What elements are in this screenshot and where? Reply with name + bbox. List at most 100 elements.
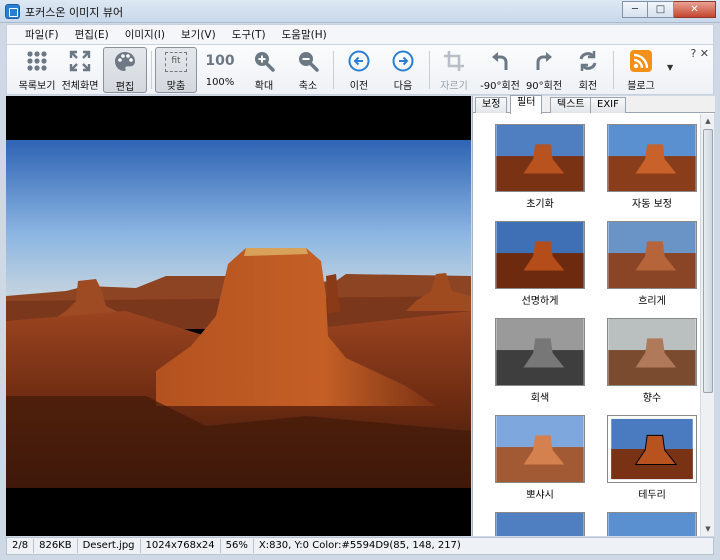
panel-tabs: 보정 필터 텍스트 EXIF <box>473 95 715 114</box>
edit-button[interactable]: 편집 <box>103 47 147 93</box>
actual-size-glyph: 100 <box>205 53 235 69</box>
fit-button[interactable]: fit 맞춤 <box>155 47 197 93</box>
filter-thumb-gray[interactable]: 회색 <box>495 318 585 404</box>
actual-size-button[interactable]: 100 100% <box>199 47 241 93</box>
thumb-image <box>495 415 585 483</box>
rotate-right-button[interactable]: 90°회전 <box>523 47 565 93</box>
window-controls: ─ □ ✕ <box>622 1 716 18</box>
filter-label: 자동 보정 <box>632 199 672 210</box>
rotate-left-label: -90°회전 <box>480 81 520 92</box>
tab-filter[interactable]: 필터 <box>510 95 543 114</box>
next-label: 다음 <box>393 81 413 92</box>
maximize-button[interactable]: □ <box>648 1 674 18</box>
filter-thumb-auto[interactable]: 자동 보정 <box>607 124 697 210</box>
tab-adjust[interactable]: 보정 <box>475 97 508 113</box>
menu-bar: 파일(F) 편집(E) 이미지(I) 보기(V) 도구(T) 도움말(H) <box>6 24 714 45</box>
thumb-image <box>607 221 697 289</box>
close-button[interactable]: ✕ <box>674 1 716 18</box>
menu-file[interactable]: 파일(F) <box>17 27 67 42</box>
menu-help[interactable]: 도움말(H) <box>274 27 335 42</box>
actual-size-label: 100% <box>205 77 235 88</box>
filter-thumb[interactable] <box>495 512 585 536</box>
thumb-image <box>607 124 697 192</box>
status-dimensions: 1024x768x24 <box>141 539 221 553</box>
filter-label: 테두리 <box>638 490 666 501</box>
filter-thumb-sharpen[interactable]: 선명하게 <box>495 221 585 307</box>
help-close-button[interactable]: ? ✕ <box>690 47 709 60</box>
status-cursor: X:830, Y:0 Color:#5594D9(85, 148, 217) <box>258 540 461 551</box>
fit-icon: fit <box>164 50 188 73</box>
tab-text[interactable]: 텍스트 <box>550 97 592 113</box>
thumb-image <box>607 512 697 536</box>
status-index: 2/8 <box>7 539 35 553</box>
status-filesize: 826KB <box>34 539 78 553</box>
minimize-button[interactable]: ─ <box>622 1 648 18</box>
toolbar-separator <box>333 51 334 89</box>
rss-icon <box>629 49 653 73</box>
rotate-left-button[interactable]: -90°회전 <box>479 47 521 93</box>
rotate-right-icon <box>532 49 556 73</box>
rotate-button[interactable]: 회전 <box>567 47 609 93</box>
filter-thumbnails: 초기화 자동 보정 선명하게 흐리게 회색 향수 뽀샤시 테두리 <box>473 114 701 536</box>
thumb-image <box>607 318 697 386</box>
toolbar-separator <box>429 51 430 89</box>
zoom-out-icon <box>296 49 320 73</box>
menu-edit[interactable]: 편집(E) <box>67 27 117 42</box>
fit-label: 맞춤 <box>166 81 186 92</box>
status-filename: Desert.jpg <box>78 539 141 553</box>
zoom-out-button[interactable]: 축소 <box>287 47 329 93</box>
chevron-down-icon[interactable]: ▼ <box>667 63 673 72</box>
zoom-in-button[interactable]: 확대 <box>243 47 285 93</box>
toolbar-separator <box>151 51 152 89</box>
filter-label: 뽀샤시 <box>526 490 554 501</box>
fit-glyph: fit <box>165 51 187 72</box>
filter-thumb-reset[interactable]: 초기화 <box>495 124 585 210</box>
tab-exif[interactable]: EXIF <box>590 97 626 113</box>
zoom-in-icon <box>252 49 276 73</box>
blog-button[interactable]: 블로그 <box>619 47 663 93</box>
filter-label: 향수 <box>642 393 662 404</box>
thumb-image <box>607 415 697 483</box>
image-viewer[interactable] <box>6 96 471 536</box>
side-panel: 보정 필터 텍스트 EXIF 초기화 자동 보정 선명하게 흐리게 회색 향수 <box>472 95 715 536</box>
prev-label: 이전 <box>349 81 369 92</box>
blog-label: 블로그 <box>627 81 655 92</box>
prev-button[interactable]: 이전 <box>339 47 379 93</box>
window-title: 포커스온 이미지 뷰어 <box>25 6 124 19</box>
menu-view[interactable]: 보기(V) <box>173 27 224 42</box>
menu-tools[interactable]: 도구(T) <box>224 27 274 42</box>
zoom-in-label: 확대 <box>254 81 274 92</box>
filter-thumb-nostalgia[interactable]: 향수 <box>607 318 697 404</box>
filter-label: 초기화 <box>526 199 554 210</box>
scroll-down-arrow-icon[interactable]: ▼ <box>701 522 715 536</box>
fullscreen-icon <box>68 49 92 73</box>
filter-label: 흐리게 <box>638 296 666 307</box>
edit-label: 편집 <box>115 82 135 93</box>
app-icon <box>5 4 20 19</box>
filter-thumb-blur[interactable]: 흐리게 <box>607 221 697 307</box>
next-arrow-icon <box>391 49 415 73</box>
prev-arrow-icon <box>347 49 371 73</box>
scrollbar-thumb[interactable] <box>703 129 713 393</box>
list-view-button[interactable]: 목록보기 <box>15 47 59 93</box>
thumb-image <box>495 221 585 289</box>
crop-button[interactable]: 자르기 <box>433 47 475 93</box>
panel-scrollbar[interactable]: ▲ ▼ <box>700 114 714 536</box>
desert-photo <box>6 96 471 536</box>
grid-icon <box>25 49 49 73</box>
rotate-label: 회전 <box>578 81 598 92</box>
list-view-label: 목록보기 <box>18 81 56 92</box>
menu-image[interactable]: 이미지(I) <box>117 27 173 42</box>
status-zoom: 56% <box>221 539 254 553</box>
fullscreen-button[interactable]: 전체화면 <box>59 47 101 93</box>
filter-thumb-soft[interactable]: 뽀샤시 <box>495 415 585 501</box>
actual-size-icon: 100 <box>205 49 235 73</box>
next-button[interactable]: 다음 <box>383 47 423 93</box>
scroll-up-arrow-icon[interactable]: ▲ <box>701 114 715 128</box>
filter-label: 회색 <box>530 393 550 404</box>
toolbar: 목록보기 전체화면 편집 fit 맞춤 100 100% 확대 축소 이전 다음… <box>6 45 714 95</box>
filter-thumb-border[interactable]: 테두리 <box>607 415 697 501</box>
thumb-image <box>495 318 585 386</box>
filter-label: 선명하게 <box>521 296 559 307</box>
filter-thumb[interactable] <box>607 512 697 536</box>
